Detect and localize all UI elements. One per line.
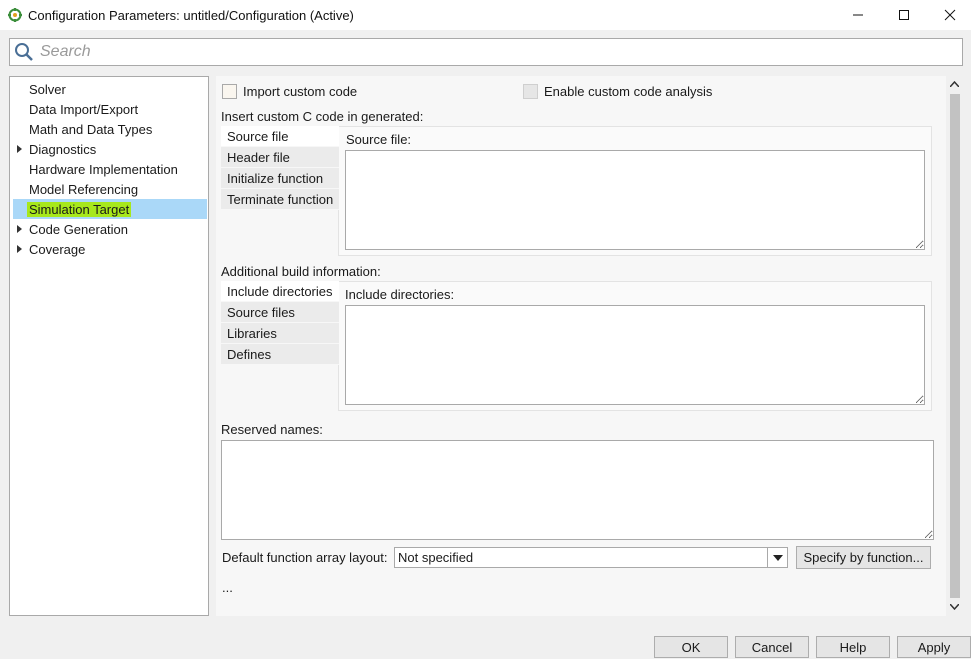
custom-code-tabs: Source file Header file Initialize funct… <box>221 126 339 210</box>
ok-button[interactable]: OK <box>654 636 728 658</box>
tab-header-file[interactable]: Header file <box>221 147 339 168</box>
tree-item-label: Simulation Target <box>27 201 132 217</box>
tab-include-directories[interactable]: Include directories <box>221 281 339 302</box>
close-button[interactable] <box>927 0 971 30</box>
source-file-field-label: Source file: <box>346 132 412 147</box>
include-directories-field-label: Include directories: <box>345 287 455 302</box>
expand-arrow-icon[interactable] <box>17 145 22 153</box>
tab-source-file[interactable]: Source file <box>221 126 339 147</box>
maximize-icon <box>899 10 909 20</box>
source-file-textarea[interactable] <box>345 150 925 250</box>
dropdown-arrow-icon[interactable] <box>767 548 787 567</box>
tree-item-label: Math and Data Types <box>29 121 153 137</box>
specify-by-function-button[interactable]: Specify by function... <box>796 546 931 569</box>
cancel-button[interactable]: Cancel <box>735 636 809 658</box>
search-input[interactable] <box>40 43 940 61</box>
maximize-button[interactable] <box>881 0 927 30</box>
tab-defines[interactable]: Defines <box>221 344 339 365</box>
tab-terminate-function[interactable]: Terminate function <box>221 189 339 210</box>
tree-item-coverage[interactable]: Coverage <box>13 239 207 259</box>
expand-arrow-icon[interactable] <box>17 225 22 233</box>
array-layout-label: Default function array layout: <box>222 550 388 565</box>
array-layout-select[interactable]: Not specified <box>394 547 788 568</box>
category-tree: Solver Data Import/Export Math and Data … <box>9 76 209 616</box>
array-layout-value: Not specified <box>398 550 474 565</box>
build-info-heading: Additional build information: <box>221 264 381 279</box>
minimize-icon <box>853 14 863 16</box>
window-title: Configuration Parameters: untitled/Confi… <box>28 7 354 23</box>
close-icon <box>944 9 956 21</box>
tree-item-diagnostics[interactable]: Diagnostics <box>13 139 207 159</box>
tab-libraries[interactable]: Libraries <box>221 323 339 344</box>
tree-item-label: Model Referencing <box>29 181 139 197</box>
more-ellipsis: ... <box>222 580 233 595</box>
enable-custom-code-analysis-checkbox[interactable] <box>523 84 538 99</box>
enable-custom-code-analysis-label: Enable custom code analysis <box>544 84 713 99</box>
minimize-button[interactable] <box>835 0 881 30</box>
build-info-tabs: Include directories Source files Librari… <box>221 281 339 365</box>
title-bar: Configuration Parameters: untitled/Confi… <box>0 0 971 30</box>
reserved-names-textarea[interactable] <box>221 440 934 540</box>
tree-item-label: Coverage <box>29 241 86 257</box>
tree-item-simulation-target[interactable]: Simulation Target <box>13 199 207 219</box>
tree-item-solver[interactable]: Solver <box>13 79 207 99</box>
tree-item-code-generation[interactable]: Code Generation <box>13 219 207 239</box>
import-custom-code-checkbox[interactable] <box>222 84 237 99</box>
search-box[interactable] <box>9 38 963 66</box>
tree-item-label: Code Generation <box>29 221 129 237</box>
help-button[interactable]: Help <box>816 636 890 658</box>
tree-item-label: Data Import/Export <box>29 101 139 117</box>
scroll-up-icon[interactable] <box>950 81 959 87</box>
import-custom-code-label: Import custom code <box>243 84 358 99</box>
expand-arrow-icon[interactable] <box>17 245 22 253</box>
tree-item-math-data-types[interactable]: Math and Data Types <box>13 119 207 139</box>
reserved-names-label: Reserved names: <box>221 422 323 437</box>
insert-custom-code-heading: Insert custom C code in generated: <box>221 109 424 124</box>
include-directories-textarea[interactable] <box>345 305 925 405</box>
tree-item-data-import-export[interactable]: Data Import/Export <box>13 99 207 119</box>
tree-item-label: Hardware Implementation <box>29 161 178 177</box>
tab-initialize-function[interactable]: Initialize function <box>221 168 339 189</box>
tree-item-model-referencing[interactable]: Model Referencing <box>13 179 207 199</box>
scroll-down-icon[interactable] <box>950 604 959 610</box>
tree-item-label: Solver <box>29 81 66 97</box>
tree-item-label: Diagnostics <box>29 141 97 157</box>
scrollbar-thumb[interactable] <box>950 94 960 598</box>
panel-scrollbar[interactable] <box>946 76 963 616</box>
tab-source-files[interactable]: Source files <box>221 302 339 323</box>
apply-button[interactable]: Apply <box>897 636 971 658</box>
search-icon <box>15 43 33 61</box>
tree-item-hardware-implementation[interactable]: Hardware Implementation <box>13 159 207 179</box>
simulink-config-icon <box>8 8 22 22</box>
